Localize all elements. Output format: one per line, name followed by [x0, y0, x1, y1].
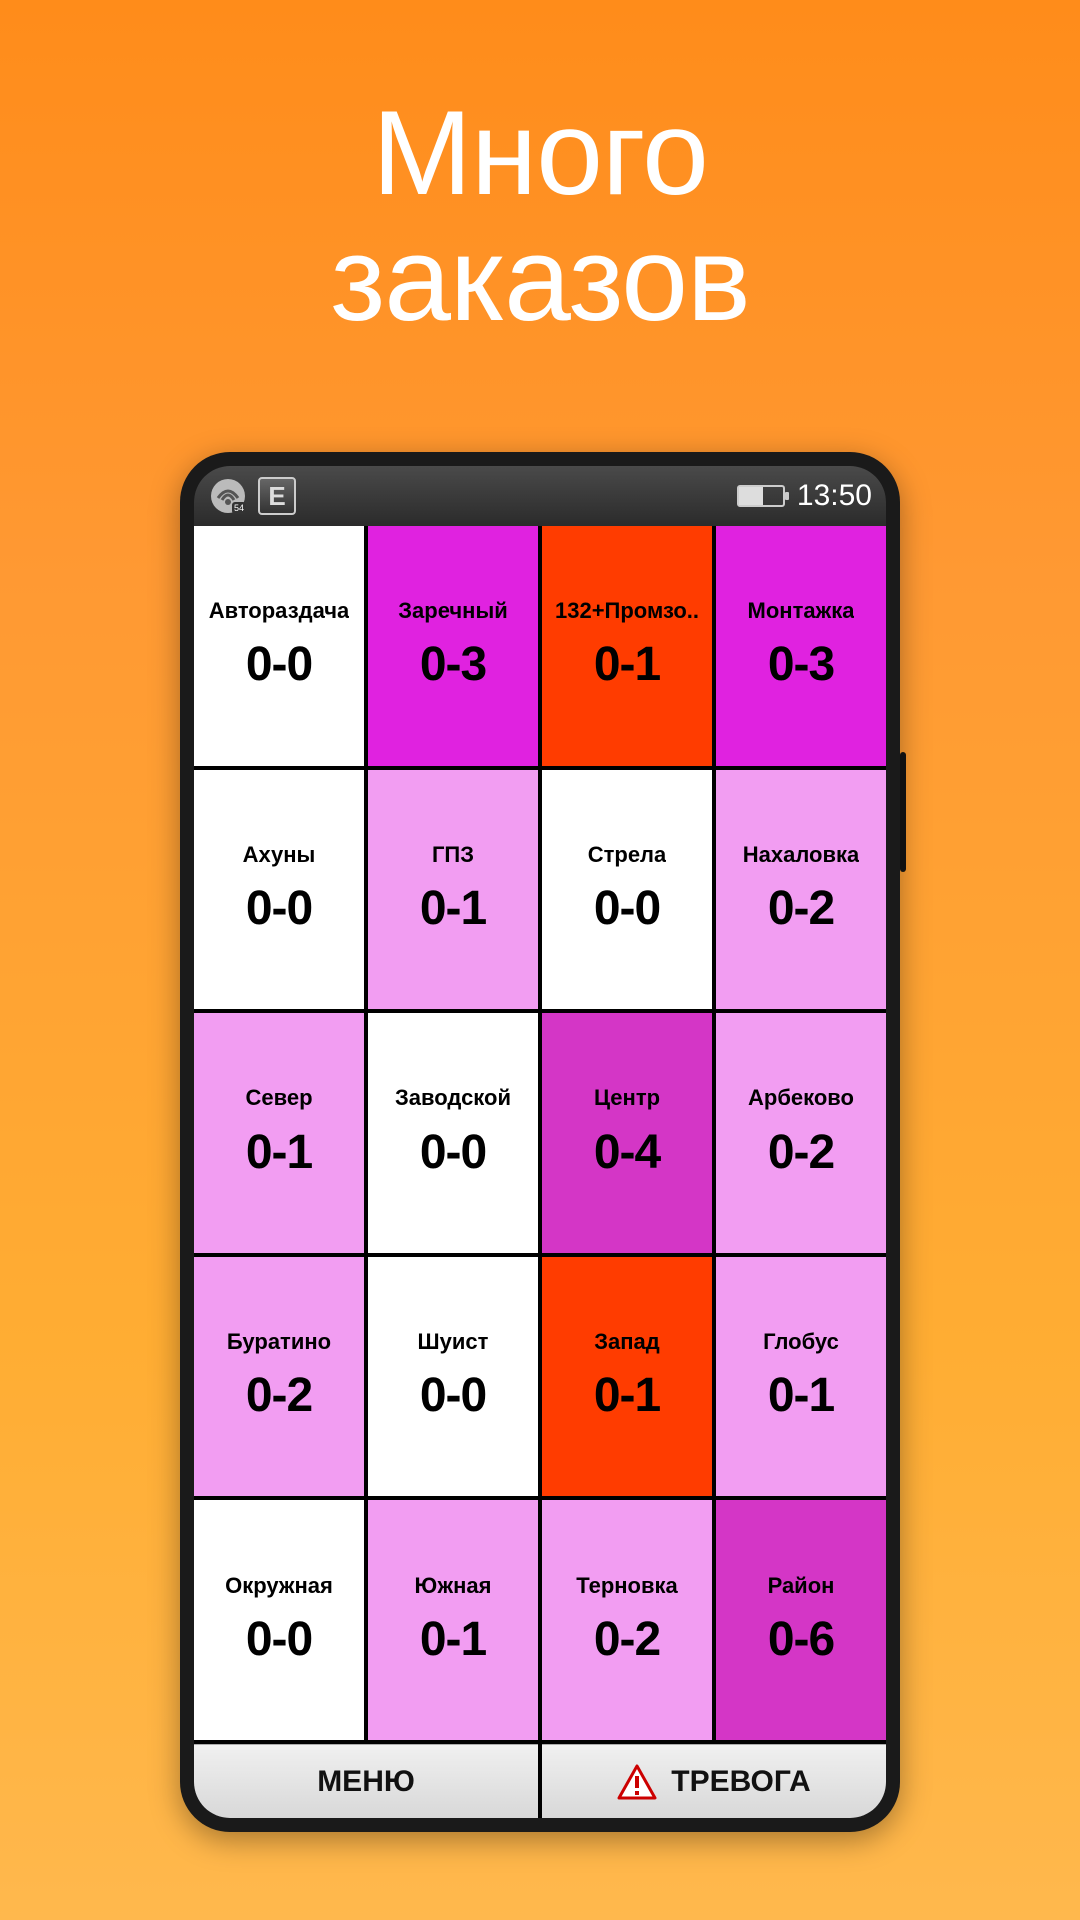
zone-value: 0-6: [768, 1612, 834, 1667]
zone-cell[interactable]: Автораздача 0-0: [194, 526, 364, 766]
zone-label: Запад: [594, 1330, 660, 1354]
battery-icon: [737, 485, 785, 507]
zone-cell[interactable]: Буратино 0-2: [194, 1257, 364, 1497]
svg-text:54: 54: [234, 503, 244, 513]
zone-value: 0-2: [246, 1368, 312, 1423]
zone-cell[interactable]: Шуист 0-0: [368, 1257, 538, 1497]
zone-value: 0-1: [768, 1368, 834, 1423]
zone-cell[interactable]: Район 0-6: [716, 1500, 886, 1740]
zone-cell[interactable]: Монтажка 0-3: [716, 526, 886, 766]
zone-label: Окружная: [225, 1574, 333, 1598]
zone-value: 0-0: [594, 881, 660, 936]
phone-frame: 54 E 13:50 Автораздача 0-0 Заречный 0-3 132+…: [180, 452, 900, 1832]
zone-value: 0-1: [420, 1612, 486, 1667]
zone-value: 0-2: [768, 1125, 834, 1180]
zone-label: Автораздача: [209, 599, 350, 623]
zone-cell[interactable]: Южная 0-1: [368, 1500, 538, 1740]
zone-cell[interactable]: ГПЗ 0-1: [368, 770, 538, 1010]
zone-label: Терновка: [576, 1574, 678, 1598]
zone-label: Буратино: [227, 1330, 331, 1354]
zone-value: 0-2: [768, 881, 834, 936]
zone-label: Север: [245, 1086, 312, 1110]
alarm-button[interactable]: ТРЕВОГА: [542, 1744, 886, 1818]
zone-value: 0-3: [420, 637, 486, 692]
zone-value: 0-1: [420, 881, 486, 936]
zone-label: Монтажка: [748, 599, 855, 623]
zone-cell[interactable]: Стрела 0-0: [542, 770, 712, 1010]
zone-label: Нахаловка: [743, 843, 860, 867]
zone-value: 0-1: [594, 1368, 660, 1423]
bottom-bar: МЕНЮ ТРЕВОГА: [194, 1740, 886, 1818]
zone-label: Южная: [415, 1574, 492, 1598]
zone-label: Арбеково: [748, 1086, 854, 1110]
zone-cell[interactable]: Глобус 0-1: [716, 1257, 886, 1497]
phone-screen: 54 E 13:50 Автораздача 0-0 Заречный 0-3 132+…: [194, 466, 886, 1818]
clock: 13:50: [797, 479, 872, 513]
zone-label: Заводской: [395, 1086, 511, 1110]
zone-cell[interactable]: Нахаловка 0-2: [716, 770, 886, 1010]
zone-label: Ахуны: [243, 843, 316, 867]
zone-label: 132+Промзо..: [555, 599, 699, 623]
zone-value: 0-0: [246, 1612, 312, 1667]
zone-cell[interactable]: Север 0-1: [194, 1013, 364, 1253]
zone-label: Глобус: [763, 1330, 839, 1354]
alarm-button-label: ТРЕВОГА: [671, 1765, 810, 1799]
zone-cell[interactable]: Ахуны 0-0: [194, 770, 364, 1010]
zone-label: Стрела: [588, 843, 667, 867]
zone-value: 0-1: [594, 637, 660, 692]
phone-side-button: [900, 752, 906, 872]
zone-cell[interactable]: Запад 0-1: [542, 1257, 712, 1497]
zone-label: Центр: [594, 1086, 660, 1110]
network-type-icon: E: [258, 477, 296, 515]
zone-cell[interactable]: Окружная 0-0: [194, 1500, 364, 1740]
zone-cell[interactable]: Центр 0-4: [542, 1013, 712, 1253]
zone-label: Район: [768, 1574, 835, 1598]
zone-cell[interactable]: 132+Промзо.. 0-1: [542, 526, 712, 766]
status-bar: 54 E 13:50: [194, 466, 886, 526]
zone-value: 0-0: [246, 881, 312, 936]
zone-value: 0-0: [420, 1368, 486, 1423]
zone-value: 0-0: [420, 1125, 486, 1180]
menu-button[interactable]: МЕНЮ: [194, 1744, 538, 1818]
zone-value: 0-2: [594, 1612, 660, 1667]
zone-cell[interactable]: Заречный 0-3: [368, 526, 538, 766]
zone-label: Шуист: [418, 1330, 489, 1354]
zone-cell[interactable]: Терновка 0-2: [542, 1500, 712, 1740]
zones-grid: Автораздача 0-0 Заречный 0-3 132+Промзо.. 0-1…: [194, 526, 886, 1740]
zone-cell[interactable]: Арбеково 0-2: [716, 1013, 886, 1253]
warning-icon: [617, 1762, 657, 1802]
zone-value: 0-4: [594, 1125, 660, 1180]
promo-headline: Многозаказов: [330, 90, 749, 342]
zone-label: ГПЗ: [432, 843, 474, 867]
signal-icon: 54: [208, 476, 248, 516]
zone-value: 0-3: [768, 637, 834, 692]
zone-value: 0-1: [246, 1125, 312, 1180]
zone-label: Заречный: [398, 599, 508, 623]
menu-button-label: МЕНЮ: [317, 1765, 415, 1799]
zone-cell[interactable]: Заводской 0-0: [368, 1013, 538, 1253]
zone-value: 0-0: [246, 637, 312, 692]
